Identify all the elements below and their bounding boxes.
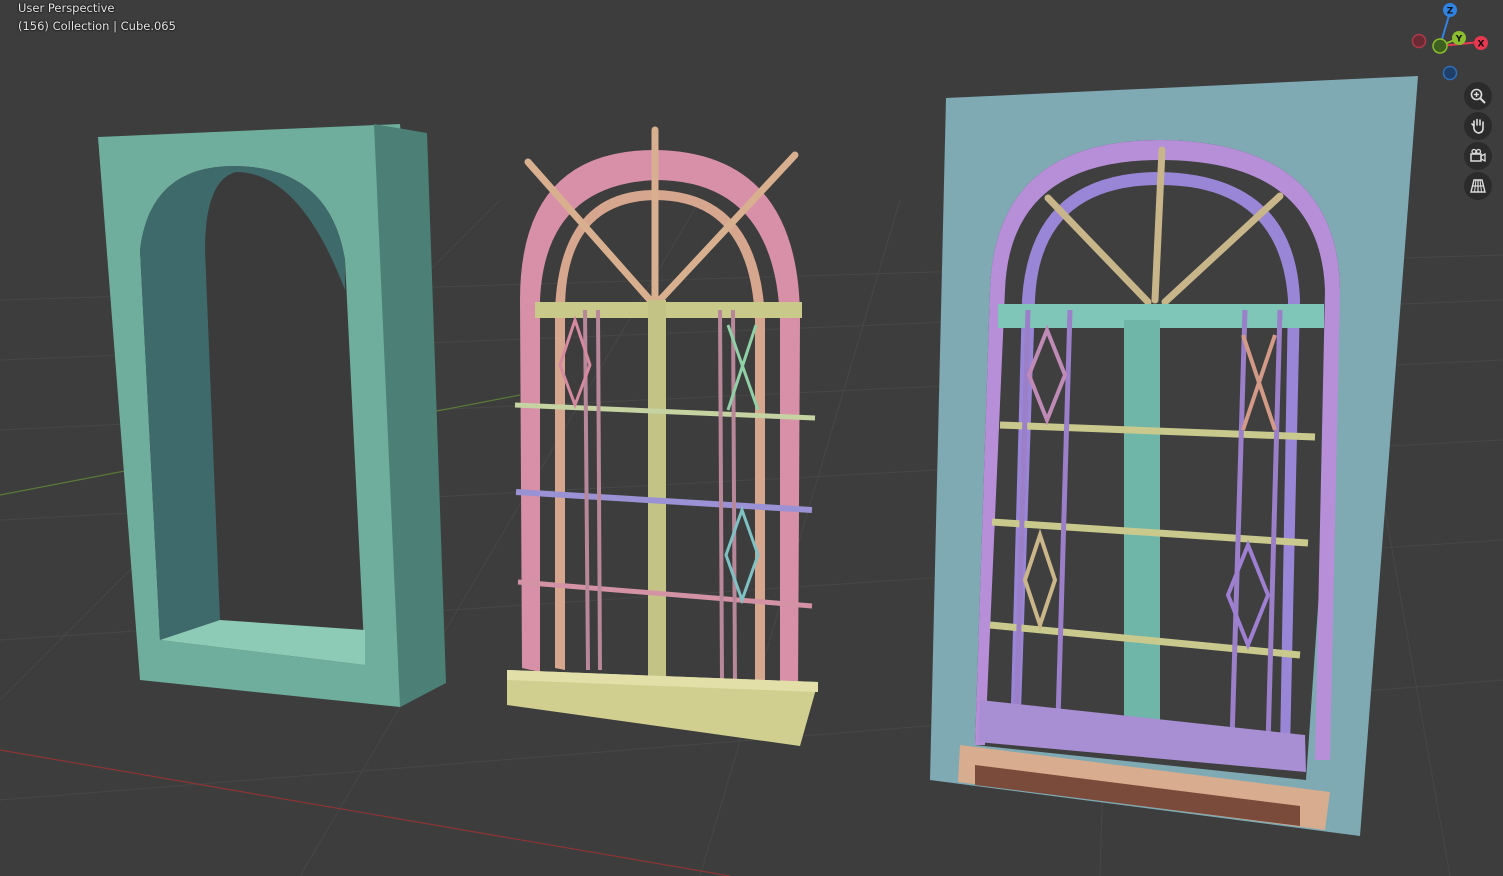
- 3d-viewport[interactable]: [0, 0, 1503, 876]
- axis-neg-x-handle[interactable]: [1411, 33, 1427, 49]
- axis-neg-z-handle[interactable]: [1442, 65, 1458, 81]
- wall-arch-object[interactable]: [98, 124, 446, 707]
- zoom-icon: [1470, 88, 1486, 104]
- axis-y-label: Y: [1455, 35, 1463, 45]
- zoom-button[interactable]: [1464, 82, 1492, 110]
- right-window-object[interactable]: [930, 76, 1418, 836]
- axis-x-label: X: [1478, 40, 1485, 50]
- perspective-toggle-button[interactable]: [1464, 172, 1492, 200]
- grid-perspective-icon: [1470, 179, 1486, 193]
- camera-view-button[interactable]: [1464, 142, 1492, 170]
- middle-window-object[interactable]: [507, 126, 818, 746]
- navigation-gizmo[interactable]: Z Y X: [1405, 0, 1503, 88]
- hand-pan-icon: [1471, 118, 1484, 134]
- axis-neg-y-handle[interactable]: [1432, 38, 1448, 54]
- x-axis-line: [0, 749, 731, 876]
- viewport-object-info: (156) Collection | Cube.065: [18, 19, 176, 33]
- viewport-view-name: User Perspective: [18, 1, 115, 15]
- axis-z-label: Z: [1447, 7, 1454, 17]
- camera-icon: [1470, 148, 1486, 163]
- pan-button[interactable]: [1464, 112, 1492, 140]
